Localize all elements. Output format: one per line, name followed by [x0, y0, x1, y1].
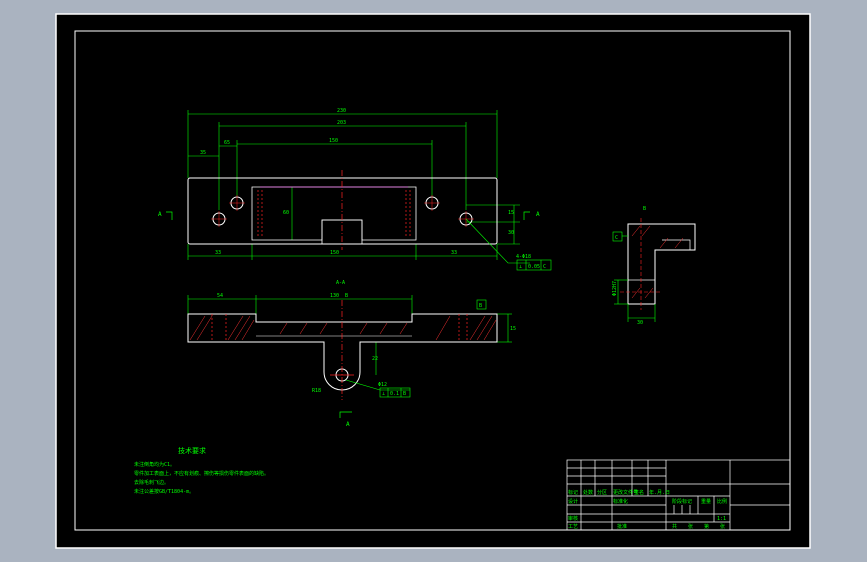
front-tol-value: 0.1: [390, 391, 399, 397]
dim-small: 65: [224, 140, 230, 146]
tol-symbol: ⊥: [519, 264, 522, 270]
front-dim-left: 54: [217, 293, 223, 299]
front-tol-ref: B: [403, 391, 406, 397]
note-1: 未注倒角均为C1。: [134, 461, 175, 468]
tb-approve-label: 批准: [617, 523, 627, 530]
tb-left-label-1: 审核: [568, 515, 578, 522]
dim-right-b: 30: [508, 230, 514, 236]
note-2: 零件加工表面上，不应有划痕、擦伤等损伤零件表面的缺陷。: [134, 470, 269, 477]
side-datum: C: [615, 235, 618, 241]
side-title: B: [643, 206, 646, 212]
dim-bottom-left: 33: [215, 250, 221, 256]
side-dim-hole: Φ12H7: [612, 281, 618, 296]
dim-inner: 150: [329, 138, 338, 144]
front-dim-stem: 22: [372, 356, 378, 362]
section-label-right: A: [536, 211, 540, 218]
tb-left-label-0: 设计: [568, 498, 578, 505]
tb-weight-label: 重量: [701, 498, 711, 505]
tb-scale-value: 1:1: [717, 516, 726, 522]
hole-callout: 4-Φ18: [516, 254, 531, 260]
front-dim-top: 130: [330, 293, 339, 299]
tb-stage-label: 阶段标记: [672, 498, 692, 505]
dim-bottom-mid: 150: [330, 250, 339, 256]
front-dim-radius: R18: [312, 388, 321, 394]
note-3: 去除毛刺飞边。: [134, 479, 169, 486]
tb-row-label-4: 签名: [634, 489, 644, 496]
tb-sheet-label-1: 张: [688, 523, 693, 530]
tol-value: 0.05: [528, 264, 540, 270]
notes-title: 技术要求: [178, 446, 206, 455]
section-label-left: A: [158, 211, 162, 218]
tb-row-label-5: 年.月.日: [649, 489, 670, 496]
front-hole-callout: Φ12: [378, 382, 387, 388]
cad-sheet: 230 203 150 35 65 33 150 33 60 15 30 A A…: [55, 13, 811, 549]
front-dim-top-b: B: [345, 293, 348, 299]
dim-height: 60: [283, 210, 289, 216]
tb-sheet-label-2: 第: [704, 523, 709, 530]
tb-row-label-2: 分区: [597, 489, 607, 496]
tb-row-label-0: 标记: [568, 489, 578, 496]
side-dim-width: 30: [637, 320, 643, 326]
tb-row-label-1: 处数: [583, 489, 593, 496]
section-title: A-A: [336, 280, 345, 286]
front-datum-box: B: [479, 303, 482, 309]
dim-mid: 203: [337, 120, 346, 126]
dim-overall: 230: [337, 108, 346, 114]
tb-left-label-2: 工艺: [568, 524, 578, 530]
note-4: 未注公差按GB/T1804-m。: [134, 488, 194, 495]
tol-ref: C: [543, 264, 546, 270]
tb-std-label: 标准化: [613, 498, 628, 505]
front-tol-symbol: ⊥: [382, 391, 385, 397]
front-dim-right: 15: [510, 326, 516, 332]
front-section-marker: A: [346, 421, 350, 428]
tb-sheet-label-0: 共: [672, 523, 677, 530]
tb-sheet-label-3: 张: [720, 523, 725, 530]
tb-scale-label: 比例: [717, 498, 727, 505]
dim-bottom-right: 33: [451, 250, 457, 256]
dim-left: 35: [200, 150, 206, 156]
dim-right-a: 15: [508, 210, 514, 216]
